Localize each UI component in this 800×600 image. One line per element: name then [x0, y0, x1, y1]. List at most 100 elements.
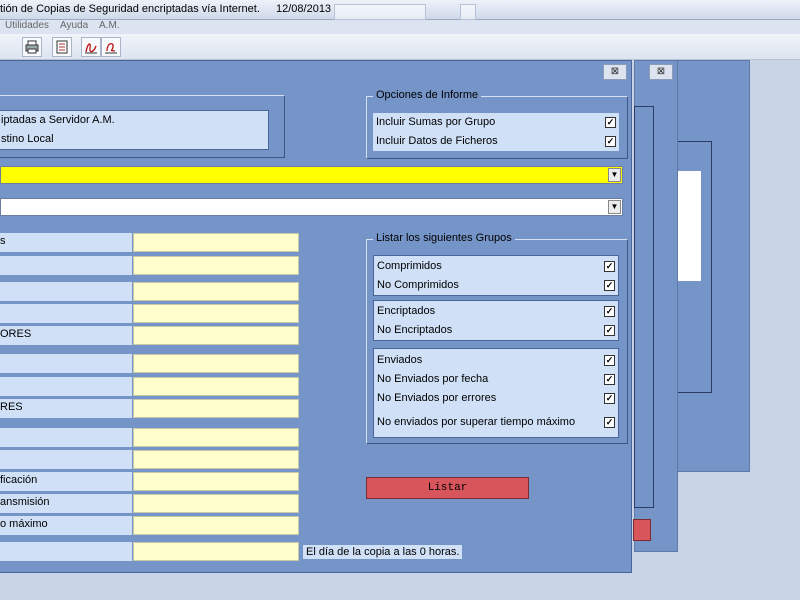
document-button[interactable] [52, 37, 72, 57]
check-icon[interactable]: ✓ [604, 280, 615, 291]
primary-combo[interactable]: ▼ [0, 166, 623, 184]
close-icon: ⊠ [610, 66, 620, 77]
check-icon[interactable]: ✓ [604, 261, 615, 272]
field-label-row: ORES [0, 326, 132, 345]
field-input[interactable] [133, 494, 299, 513]
field-label-row [0, 304, 132, 323]
field-label: ansmisión [0, 496, 50, 508]
hint-text: El día de la copia a las 0 horas. [303, 545, 463, 559]
check-icon[interactable]: ✓ [604, 355, 615, 366]
field-label-row [0, 377, 132, 396]
check-icon[interactable]: ✓ [604, 374, 615, 385]
field-label-row [0, 428, 132, 447]
option-datos-ficheros[interactable]: Incluir Datos de Ficheros ✓ [373, 132, 619, 151]
group-label: Encriptados [377, 305, 436, 317]
group-no-enviados-errores[interactable]: No Enviados por errores ✓ [374, 389, 618, 408]
field-label-row: RES [0, 399, 132, 418]
check-icon[interactable]: ✓ [604, 417, 615, 428]
group-sending: Enviados ✓ No Enviados por fecha ✓ No En… [373, 348, 619, 438]
field-input[interactable] [133, 304, 299, 323]
group-encryption: Encriptados ✓ No Encriptados ✓ [373, 300, 619, 341]
option-sumas-grupo[interactable]: Incluir Sumas por Grupo ✓ [373, 113, 619, 132]
back-window-1-frame [634, 106, 654, 508]
title-bar: tión de Copias de Seguridad encriptadas … [0, 0, 800, 20]
group-no-encriptados[interactable]: No Encriptados ✓ [374, 321, 618, 340]
field-input[interactable] [133, 233, 299, 252]
toolbar [0, 34, 800, 60]
option-label: Incluir Sumas por Grupo [376, 116, 496, 128]
field-label-row [0, 282, 132, 301]
back-window-2-panel [677, 171, 701, 281]
source-frame: iptadas a Servidor A.M. stino Local [0, 95, 285, 158]
field-label: o máximo [0, 518, 48, 530]
menu-ayuda[interactable]: Ayuda [60, 20, 88, 31]
check-icon[interactable]: ✓ [605, 117, 616, 128]
printer-icon [25, 40, 39, 54]
secondary-combo[interactable]: ▼ [0, 198, 623, 216]
field-input[interactable] [133, 428, 299, 447]
field-label-row: o máximo [0, 516, 132, 535]
field-input[interactable] [133, 326, 299, 345]
group-label: Comprimidos [377, 260, 442, 272]
sign-button[interactable] [81, 37, 101, 57]
group-label: No Enviados por errores [377, 392, 497, 404]
print-button[interactable] [22, 37, 42, 57]
field-label-row [0, 450, 132, 469]
group-no-comprimidos[interactable]: No Comprimidos ✓ [374, 276, 618, 295]
field-label: ficación [0, 474, 38, 486]
field-input[interactable] [133, 516, 299, 535]
group-encriptados[interactable]: Encriptados ✓ [374, 302, 618, 321]
field-input[interactable] [133, 377, 299, 396]
close-button[interactable]: ⊠ [603, 64, 627, 80]
source-option-local[interactable]: stino Local [1, 133, 54, 145]
source-option-server[interactable]: iptadas a Servidor A.M. [1, 114, 115, 126]
source-options: iptadas a Servidor A.M. stino Local [0, 110, 269, 150]
grupos-legend: Listar los siguientes Grupos [373, 232, 515, 244]
check-icon[interactable]: ✓ [604, 393, 615, 404]
field-label-row: s [0, 233, 132, 252]
menu-am[interactable]: A.M. [99, 20, 120, 31]
informe-legend: Opciones de Informe [373, 89, 482, 101]
sign-alt-button[interactable] [101, 37, 121, 57]
group-compression: Comprimidos ✓ No Comprimidos ✓ [373, 255, 619, 296]
field-input[interactable] [133, 450, 299, 469]
check-icon[interactable]: ✓ [604, 306, 615, 317]
field-input[interactable] [133, 282, 299, 301]
group-no-enviados-tiempo[interactable]: No enviados por superar tiempo máximo ✓ [374, 413, 618, 432]
group-label: Enviados [377, 354, 423, 366]
chevron-down-icon[interactable]: ▼ [608, 168, 621, 182]
check-icon[interactable]: ✓ [605, 136, 616, 147]
group-comprimidos[interactable]: Comprimidos ✓ [374, 257, 618, 276]
field-label-row [0, 542, 132, 561]
group-label: No Enviados por fecha [377, 373, 489, 385]
menu-bar: Utilidades Ayuda A.M. [0, 20, 800, 34]
close-button-back[interactable]: ⊠ [649, 64, 673, 80]
group-label: No Encriptados [377, 324, 453, 336]
grupos-frame: Listar los siguientes Grupos Comprimidos… [366, 232, 628, 444]
group-no-enviados-fecha[interactable]: No Enviados por fecha ✓ [374, 370, 618, 389]
group-label: No enviados por superar tiempo máximo [377, 416, 576, 428]
field-label-row [0, 256, 132, 275]
field-input[interactable] [133, 256, 299, 275]
check-icon[interactable]: ✓ [604, 325, 615, 336]
field-input[interactable] [133, 472, 299, 491]
option-label: Incluir Datos de Ficheros [376, 135, 498, 147]
signature-alt-icon [105, 43, 117, 54]
menu-utilidades[interactable]: Utilidades [5, 20, 49, 31]
ghost-field [334, 4, 426, 20]
main-window: ⊠ iptadas a Servidor A.M. stino Local Op… [0, 60, 632, 573]
ghost-button [460, 4, 476, 20]
field-label: ORES [0, 328, 32, 340]
signature-icon [85, 43, 97, 54]
group-enviados[interactable]: Enviados ✓ [374, 351, 618, 370]
field-label-row: ficación [0, 472, 132, 491]
chevron-down-icon[interactable]: ▼ [608, 200, 621, 214]
listar-button[interactable]: Listar [366, 477, 529, 499]
field-input[interactable] [133, 354, 299, 373]
document-icon [56, 40, 68, 54]
field-input[interactable] [133, 399, 299, 418]
back-listar-button[interactable] [633, 519, 651, 541]
field-input[interactable] [133, 542, 299, 561]
back-window-2 [676, 60, 750, 472]
informe-frame: Opciones de Informe Incluir Sumas por Gr… [366, 89, 628, 159]
